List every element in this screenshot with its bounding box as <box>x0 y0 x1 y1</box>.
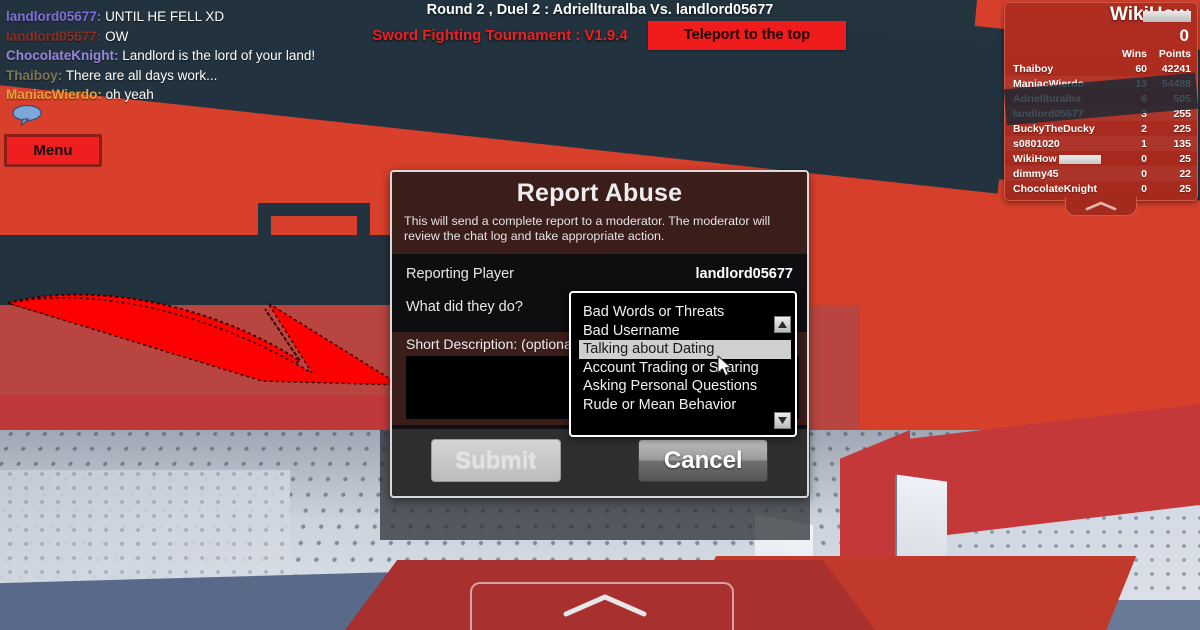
leaderboard-row[interactable]: Adriellturalba 6 505 <box>1005 91 1197 106</box>
chat-text: There are all days work... <box>65 67 218 83</box>
leaderboard-collapse-button[interactable] <box>1065 197 1137 216</box>
leaderboard-title-redaction <box>1143 11 1191 22</box>
dialog-title: Report Abuse <box>516 179 683 207</box>
chat-username: ChocolateKnight: <box>6 48 119 63</box>
dialog-footer: Submit Cancel <box>392 429 807 496</box>
chat-username: landlord05677: <box>6 28 102 44</box>
player-points: 22 <box>1179 167 1191 180</box>
dialog-description: This will send a complete report to a mo… <box>404 214 771 243</box>
player-points: 54488 <box>1161 77 1191 90</box>
chat-message: landlord05677: OW <box>6 28 336 46</box>
player-wins: 13 <box>1135 77 1147 90</box>
player-wins: 2 <box>1141 122 1147 135</box>
player-points: 225 <box>1173 122 1191 135</box>
scene-window-post-left <box>212 248 230 308</box>
player-name: landlord05677 <box>1013 107 1084 120</box>
teleport-to-top-button[interactable]: Teleport to the top <box>648 20 846 50</box>
abuse-reason-dropdown[interactable]: Bad Words or Threats Bad Username Talkin… <box>569 291 797 437</box>
what-did-they-do-label: What did they do? <box>406 299 523 315</box>
player-wins: 0 <box>1141 167 1147 180</box>
dialog-header: Report Abuse This will send a complete r… <box>392 172 807 254</box>
player-name-redaction <box>1059 154 1101 164</box>
player-points: 25 <box>1179 182 1191 195</box>
player-points: 505 <box>1173 92 1191 105</box>
tournament-hud-bar: Sword Fighting Tournament : V1.9.4 Telep… <box>352 20 852 50</box>
leaderboard-header-wins: Wins <box>1122 48 1147 60</box>
dropdown-option[interactable]: Rude or Mean Behavior <box>579 396 791 415</box>
player-points: 25 <box>1179 152 1191 165</box>
leaderboard-row[interactable]: landlord05677 3 255 <box>1005 106 1197 121</box>
tournament-title: Sword Fighting Tournament : V1.9.4 <box>372 26 628 44</box>
cancel-button[interactable]: Cancel <box>638 439 769 482</box>
dropdown-option[interactable]: Bad Words or Threats <box>579 303 791 322</box>
dropdown-option[interactable]: Asking Personal Questions <box>579 377 791 396</box>
chat-log: landlord05677: UNTIL HE FELL XD landlord… <box>6 8 336 106</box>
player-wins: 60 <box>1135 62 1147 75</box>
chat-message: ManiacWierdo: oh yeah <box>6 86 336 104</box>
player-wins: 3 <box>1141 107 1147 120</box>
leaderboard-row[interactable]: Thaiboy 60 42241 <box>1005 61 1197 76</box>
player-name-text: WikiHow <box>1013 152 1057 165</box>
chat-message: Thaiboy: There are all days work... <box>6 67 336 85</box>
dropdown-option[interactable]: Bad Username <box>579 322 791 341</box>
chat-message: ChocolateKnight: Landlord is the lord of… <box>6 47 336 65</box>
player-points: 255 <box>1173 107 1191 120</box>
leaderboard-row[interactable]: WikiHow 0 25 <box>1005 151 1197 166</box>
caret-up-icon <box>778 321 787 328</box>
leaderboard-row[interactable]: BuckyTheDucky 2 225 <box>1005 121 1197 136</box>
reporting-player-label: Reporting Player <box>406 266 514 282</box>
dropdown-scroll-up-button[interactable] <box>774 316 791 333</box>
player-name: ManiacWierdo <box>1013 77 1085 90</box>
menu-button[interactable]: Menu <box>4 134 102 167</box>
leaderboard-row[interactable]: s0801020 1 135 <box>1005 136 1197 151</box>
leaderboard-title: WikiHow <box>1005 3 1197 26</box>
player-name: BuckyTheDucky <box>1013 122 1095 135</box>
chat-text: Landlord is the lord of your land! <box>122 48 316 63</box>
player-points: 135 <box>1173 137 1191 150</box>
chat-username: Thaiboy: <box>6 67 63 83</box>
player-name: Thaiboy <box>1013 62 1054 75</box>
dropdown-option[interactable]: Account Trading or Sharing <box>579 359 791 378</box>
leaderboard-header-points: Points <box>1158 48 1191 60</box>
player-wins: 1 <box>1141 137 1147 150</box>
player-name: WikiHow <box>1013 153 1113 165</box>
player-name: Adriellturalba <box>1013 92 1081 105</box>
leaderboard-panel: WikiHow 0 Wins Points Thaiboy 60 42241 M… <box>1003 2 1199 216</box>
leaderboard-row[interactable]: ManiacWierdo 13 54488 <box>1005 76 1197 91</box>
caret-down-icon <box>778 417 787 424</box>
leaderboard-row[interactable]: dimmy45 0 22 <box>1005 166 1197 181</box>
player-wins: 0 <box>1141 152 1147 165</box>
chevron-up-icon <box>1085 201 1117 211</box>
submit-button[interactable]: Submit <box>430 439 561 482</box>
dropdown-option-selected[interactable]: Talking about Dating <box>579 340 791 359</box>
scene-window-frame <box>258 203 370 300</box>
chevron-up-icon <box>563 594 647 617</box>
reporting-player-row: Reporting Player landlord05677 <box>406 266 793 282</box>
player-wins: 0 <box>1141 182 1147 195</box>
player-name: dimmy45 <box>1013 167 1059 180</box>
reporting-player-value: landlord05677 <box>695 266 793 282</box>
leaderboard-column-headers: Wins Points <box>1005 48 1197 61</box>
dropdown-scroll-down-button[interactable] <box>774 412 791 429</box>
leaderboard-row[interactable]: ChocolateKnight 0 25 <box>1005 181 1197 196</box>
leaderboard-header-name <box>1013 48 1113 60</box>
player-points: 42241 <box>1161 62 1191 75</box>
player-name: s0801020 <box>1013 137 1060 150</box>
game-screenshot: landlord05677: UNTIL HE FELL XD landlord… <box>0 0 1200 630</box>
chat-bubble-icon[interactable] <box>12 104 42 126</box>
leaderboard-own-score: 0 <box>1179 26 1189 45</box>
chat-text: oh yeah <box>105 87 154 102</box>
chat-text: OW <box>105 28 129 44</box>
chat-username: ManiacWierdo: <box>6 87 102 102</box>
player-name: ChocolateKnight <box>1013 182 1097 195</box>
player-wins: 6 <box>1141 92 1147 105</box>
